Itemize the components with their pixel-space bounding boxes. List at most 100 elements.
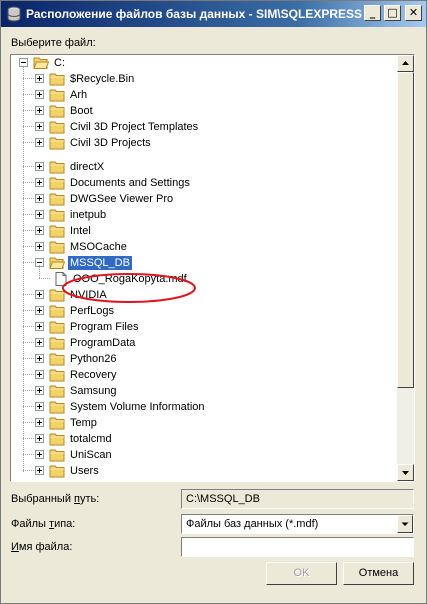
tree-item-label[interactable]: Recovery <box>68 368 118 382</box>
folder-icon <box>49 321 65 334</box>
tree-connector <box>23 390 35 391</box>
expand-icon[interactable] <box>35 74 44 83</box>
expand-icon[interactable] <box>35 226 44 235</box>
tree-connector <box>23 78 35 79</box>
expand-icon[interactable] <box>35 354 44 363</box>
folder-icon <box>49 225 65 238</box>
folder-icon <box>49 305 65 318</box>
expand-icon[interactable] <box>35 338 44 347</box>
maximize-button[interactable]: □ <box>384 5 401 21</box>
tree-connector <box>23 438 35 439</box>
tree-item-label[interactable]: Documents and Settings <box>68 176 192 190</box>
expand-icon[interactable] <box>35 290 44 299</box>
selected-path-label: Выбранный путь: <box>11 493 100 505</box>
scroll-down-button[interactable] <box>397 464 414 481</box>
expand-icon[interactable] <box>35 162 44 171</box>
tree-root-label[interactable]: C: <box>52 56 67 70</box>
expand-icon[interactable] <box>35 402 44 411</box>
file-name-input[interactable] <box>181 537 414 557</box>
tree-item-label[interactable]: UniScan <box>68 448 114 462</box>
file-type-select[interactable]: Файлы баз данных (*.mdf) <box>181 514 414 534</box>
folder-icon <box>49 89 65 102</box>
expand-icon[interactable] <box>35 306 44 315</box>
tree-item-label[interactable]: Program Files <box>68 320 140 334</box>
tree-connector <box>23 406 35 407</box>
cancel-button[interactable]: Отмена <box>343 562 414 585</box>
tree-connector <box>23 310 35 311</box>
scroll-thumb[interactable] <box>397 72 414 388</box>
expand-icon[interactable] <box>35 418 44 427</box>
file-tree[interactable]: C: $Recycle.Bin Arh Boot Civil 3D Project T… <box>10 54 415 482</box>
tree-item-label[interactable]: Intel <box>68 224 93 238</box>
tree-item-label-selected[interactable]: MSSQL_DB <box>68 256 132 270</box>
file-tree-content: C: $Recycle.Bin Arh Boot Civil 3D Project T… <box>11 55 397 481</box>
tree-item-label[interactable]: $Recycle.Bin <box>68 72 136 86</box>
tree-item-label[interactable]: Civil 3D Project Templates <box>68 120 200 134</box>
tree-connector <box>23 454 35 455</box>
tree-label: Выберите файл: <box>11 37 96 49</box>
file-icon <box>55 272 67 286</box>
minimize-button[interactable]: _ <box>364 5 381 21</box>
tree-item-label[interactable]: inetpub <box>68 208 108 222</box>
title-bar[interactable]: Расположение файлов базы данных - SIM\SQ… <box>1 1 426 27</box>
collapse-icon[interactable] <box>19 58 28 67</box>
folder-icon <box>49 337 65 350</box>
tree-item-label[interactable]: OOO_RogaKopyta.mdf <box>71 272 189 286</box>
expand-icon[interactable] <box>35 122 44 131</box>
folder-icon <box>49 241 65 254</box>
tree-connector <box>23 142 35 143</box>
folder-icon <box>49 121 65 134</box>
tree-item-label[interactable]: Samsung <box>68 384 118 398</box>
folder-icon <box>49 417 65 430</box>
tree-item-label[interactable]: Temp <box>68 416 99 430</box>
expand-icon[interactable] <box>35 450 44 459</box>
folder-open-icon <box>33 57 49 69</box>
window-title: Расположение файлов базы данных - SIM\SQ… <box>26 7 362 21</box>
close-button[interactable]: ✕ <box>405 5 422 21</box>
tree-connector <box>39 265 40 279</box>
expand-icon[interactable] <box>35 138 44 147</box>
tree-connector <box>23 67 24 473</box>
folder-icon <box>49 105 65 118</box>
expand-icon[interactable] <box>35 90 44 99</box>
tree-item-label[interactable]: Civil 3D Projects <box>68 136 153 150</box>
tree-item-label[interactable]: totalcmd <box>68 432 114 446</box>
expand-icon[interactable] <box>35 178 44 187</box>
arrow-down-icon <box>402 471 409 475</box>
folder-icon <box>49 137 65 150</box>
expand-icon[interactable] <box>35 106 44 115</box>
tree-item-label[interactable]: directX <box>68 160 106 174</box>
expand-icon[interactable] <box>35 322 44 331</box>
folder-icon <box>49 369 65 382</box>
expand-icon[interactable] <box>35 370 44 379</box>
tree-item-label[interactable]: NVIDIA <box>68 288 109 302</box>
expand-icon[interactable] <box>35 386 44 395</box>
database-file-location-dialog: Расположение файлов базы данных - SIM\SQ… <box>0 0 427 604</box>
tree-item-label[interactable]: Boot <box>68 104 95 118</box>
tree-item-label[interactable]: Arh <box>68 88 89 102</box>
tree-item-label[interactable]: Python26 <box>68 352 118 366</box>
tree-item-label[interactable]: PerfLogs <box>68 304 116 318</box>
folder-icon <box>49 401 65 414</box>
tree-item-label[interactable]: DWGSee Viewer Pro <box>68 192 175 206</box>
expand-icon[interactable] <box>35 242 44 251</box>
arrow-up-icon <box>402 61 409 65</box>
tree-scrollbar[interactable] <box>397 55 414 481</box>
tree-item-label[interactable]: System Volume Information <box>68 400 207 414</box>
tree-item-label[interactable]: MSOCache <box>68 240 129 254</box>
folder-icon <box>49 161 65 174</box>
ok-button[interactable]: OK <box>266 562 337 585</box>
expand-icon[interactable] <box>35 434 44 443</box>
folder-icon <box>49 193 65 206</box>
expand-icon[interactable] <box>35 466 44 475</box>
selected-path-field: C:\MSSQL_DB <box>181 489 414 509</box>
file-name-label: Имя файла: <box>11 541 73 553</box>
tree-item-label[interactable]: ProgramData <box>68 336 137 350</box>
dropdown-button[interactable] <box>397 515 413 533</box>
tree-connector <box>23 110 35 111</box>
tree-item-label[interactable]: Users <box>68 464 101 478</box>
scroll-up-button[interactable] <box>397 55 414 72</box>
expand-icon[interactable] <box>35 210 44 219</box>
expand-icon[interactable] <box>35 194 44 203</box>
tree-connector <box>23 342 35 343</box>
